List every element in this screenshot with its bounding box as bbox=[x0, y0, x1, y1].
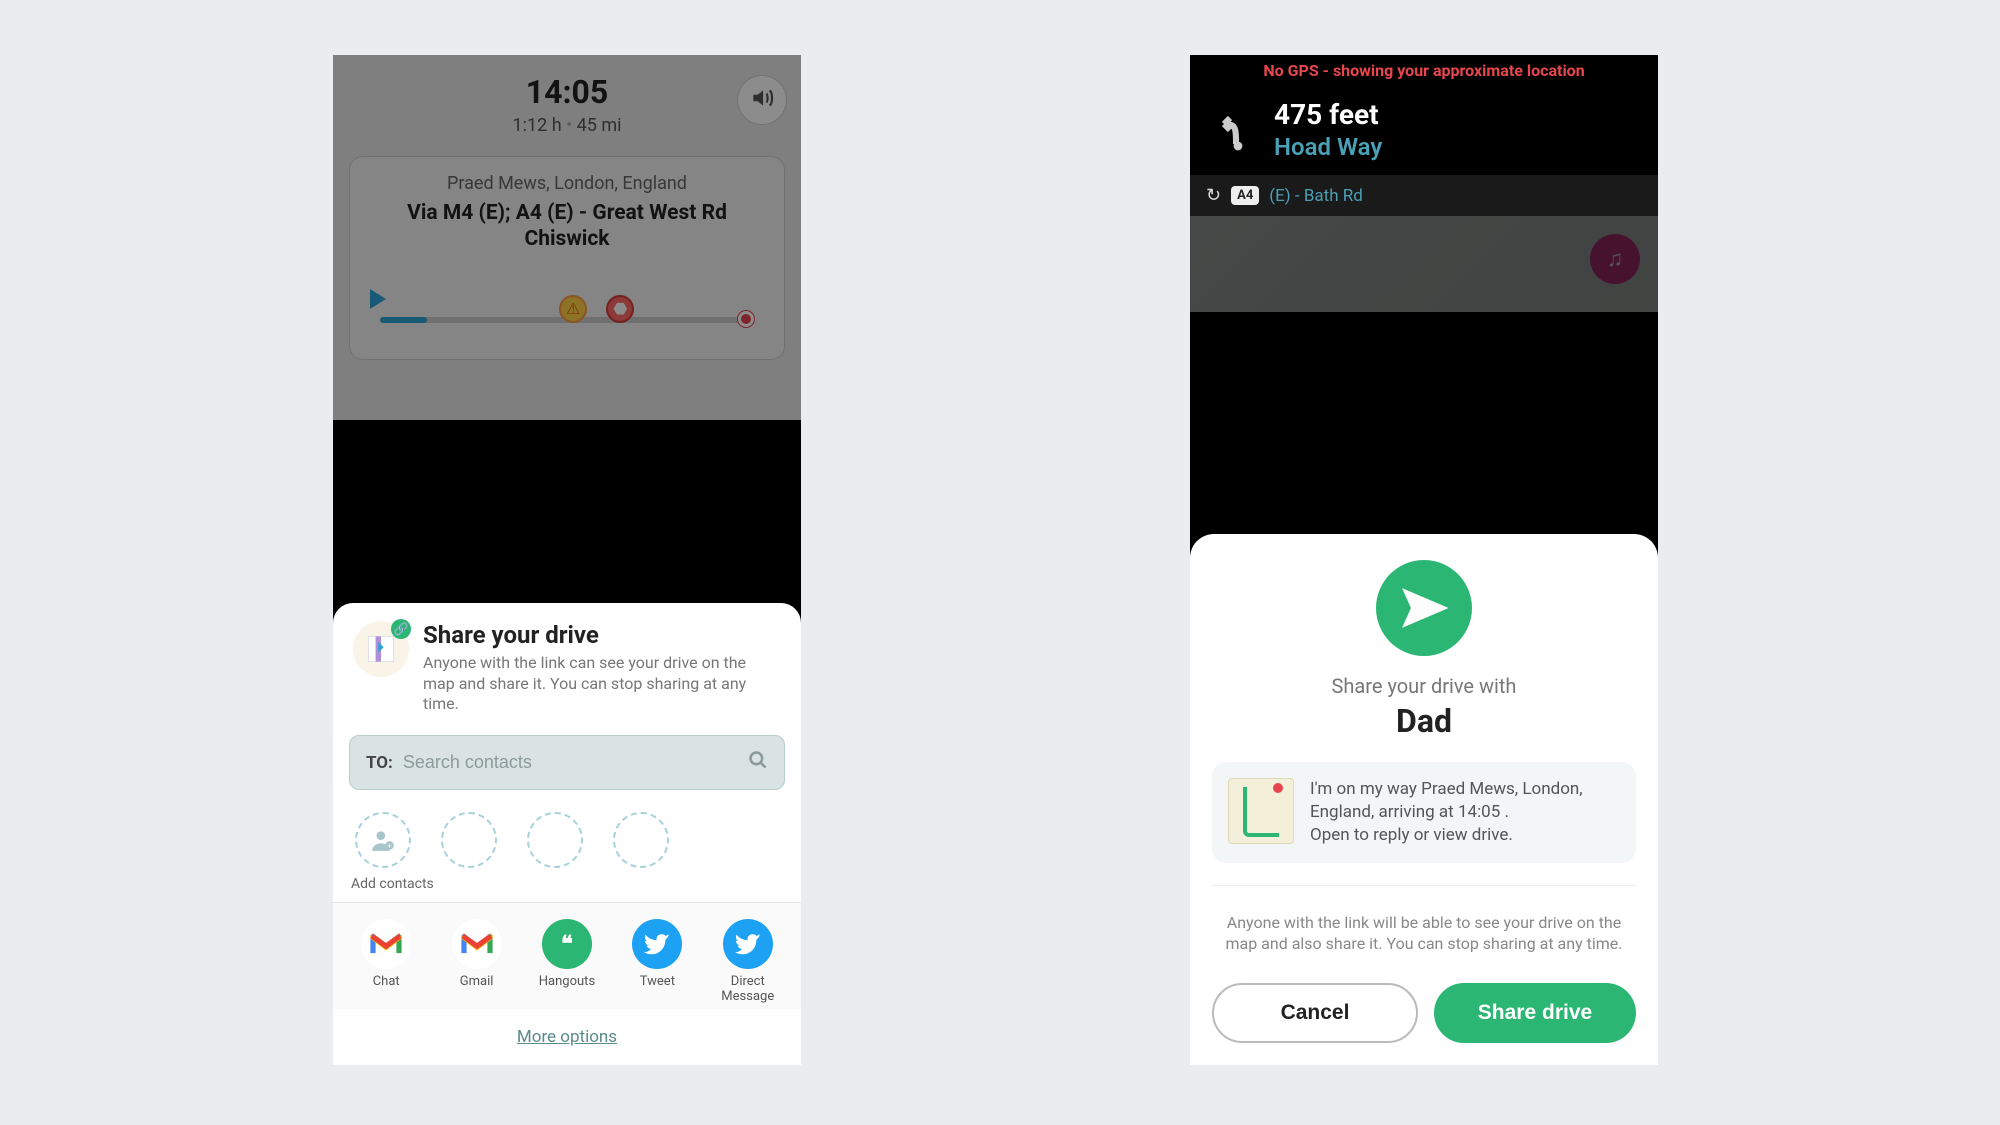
share-app-gmail[interactable]: Gmail bbox=[437, 919, 517, 1005]
trip-duration: 1:12 h bbox=[513, 115, 562, 136]
contact-search-field[interactable]: TO: bbox=[349, 735, 785, 790]
share-disclaimer: Anyone with the link will be able to see… bbox=[1222, 912, 1626, 955]
map-view[interactable]: ♫ bbox=[1190, 216, 1658, 312]
share-app-label: Direct Message bbox=[708, 975, 788, 1005]
cancel-button[interactable]: Cancel bbox=[1212, 983, 1418, 1043]
speaker-icon bbox=[749, 85, 775, 115]
share-drive-icon: 🔗 bbox=[353, 621, 409, 677]
road-badge: A4 bbox=[1231, 186, 1259, 205]
share-app-label: Tweet bbox=[617, 975, 697, 990]
more-options-row: More options bbox=[333, 1009, 801, 1057]
share-drive-button[interactable]: Share drive bbox=[1434, 983, 1636, 1043]
add-contacts-label: Add contacts bbox=[333, 874, 801, 902]
svg-text:+: + bbox=[387, 842, 391, 851]
send-icon bbox=[1376, 560, 1472, 656]
message-preview-card[interactable]: I'm on my way Praed Mews, London, Englan… bbox=[1212, 762, 1636, 863]
following-road-bar[interactable]: ↻ A4 (E) - Bath Rd bbox=[1190, 175, 1658, 216]
contact-slots-row: + bbox=[333, 802, 801, 874]
start-marker-icon bbox=[370, 289, 386, 309]
turn-instruction-panel[interactable]: 475 feet Hoad Way bbox=[1190, 86, 1658, 175]
share-apps-row: Chat Gmail ❝ Hangouts Tweet bbox=[333, 902, 801, 1009]
route-via: Via M4 (E); A4 (E) - Great West Rd Chisw… bbox=[370, 200, 764, 253]
share-description: Anyone with the link can see your drive … bbox=[423, 653, 781, 715]
destination-pin-icon bbox=[738, 311, 754, 327]
route-thumbnail-icon bbox=[1228, 778, 1294, 844]
hazard-warning-icon: ⚠ bbox=[559, 295, 587, 323]
share-app-label: Chat bbox=[346, 975, 426, 990]
share-with-label: Share your drive with bbox=[1212, 674, 1636, 698]
trip-distance: 45 mi bbox=[577, 115, 622, 136]
share-app-label: Hangouts bbox=[527, 975, 607, 990]
gps-warning-banner: No GPS - showing your approximate locati… bbox=[1190, 55, 1658, 86]
hangouts-app-icon: ❝ bbox=[542, 919, 592, 969]
separator-dot: • bbox=[566, 115, 577, 136]
message-preview-text: I'm on my way Praed Mews, London, Englan… bbox=[1310, 778, 1620, 847]
arrival-time: 14:05 bbox=[349, 73, 785, 111]
turn-left-icon bbox=[1208, 104, 1256, 156]
hazard-incident-icon: ⬣ bbox=[606, 295, 634, 323]
share-app-dm[interactable]: Direct Message bbox=[708, 919, 788, 1005]
share-header: 🔗 Share your drive Anyone with the link … bbox=[333, 603, 801, 729]
more-options-link[interactable]: More options bbox=[517, 1027, 617, 1047]
route-card[interactable]: Praed Mews, London, England Via M4 (E); … bbox=[349, 156, 785, 360]
route-progress-bar: ⚠ ⬣ bbox=[370, 289, 764, 329]
share-app-label: Gmail bbox=[437, 975, 517, 990]
empty-contact-slot[interactable] bbox=[527, 812, 583, 868]
phone-screen-share-confirm: No GPS - showing your approximate locati… bbox=[1190, 55, 1658, 1065]
share-app-hangouts[interactable]: ❝ Hangouts bbox=[527, 919, 607, 1005]
search-to-label: TO: bbox=[366, 753, 393, 773]
confirm-button-row: Cancel Share drive bbox=[1212, 983, 1636, 1043]
add-contact-button[interactable]: + bbox=[355, 812, 411, 868]
chat-app-icon bbox=[361, 919, 411, 969]
share-confirm-card: Share your drive with Dad I'm on my way … bbox=[1190, 534, 1658, 1065]
nav-header: 14:05 1:12 h • 45 mi bbox=[333, 55, 801, 136]
twitter-app-icon bbox=[632, 919, 682, 969]
next-turn-distance: 475 feet bbox=[1274, 98, 1382, 131]
share-recipient-name: Dad bbox=[1212, 702, 1636, 740]
gmail-app-icon bbox=[452, 919, 502, 969]
destination-address: Praed Mews, London, England bbox=[370, 173, 764, 194]
search-icon bbox=[748, 750, 768, 775]
nav-summary-panel: 14:05 1:12 h • 45 mi Praed Mews, London,… bbox=[333, 55, 801, 420]
link-badge-icon: 🔗 bbox=[391, 619, 411, 639]
share-drive-sheet: 🔗 Share your drive Anyone with the link … bbox=[333, 603, 801, 1065]
trip-stats: 1:12 h • 45 mi bbox=[349, 115, 785, 136]
sound-toggle-button[interactable] bbox=[737, 75, 787, 125]
share-app-tweet[interactable]: Tweet bbox=[617, 919, 697, 1005]
twitter-dm-icon bbox=[723, 919, 773, 969]
share-app-chat[interactable]: Chat bbox=[346, 919, 426, 1005]
empty-contact-slot[interactable] bbox=[441, 812, 497, 868]
phone-screen-share-options: 14:05 1:12 h • 45 mi Praed Mews, London,… bbox=[333, 55, 801, 1065]
empty-contact-slot[interactable] bbox=[613, 812, 669, 868]
following-road-name: (E) - Bath Rd bbox=[1269, 186, 1363, 206]
refresh-icon: ↻ bbox=[1206, 185, 1221, 206]
share-title: Share your drive bbox=[423, 621, 781, 649]
next-turn-road: Hoad Way bbox=[1274, 133, 1382, 161]
search-input[interactable] bbox=[403, 752, 738, 773]
